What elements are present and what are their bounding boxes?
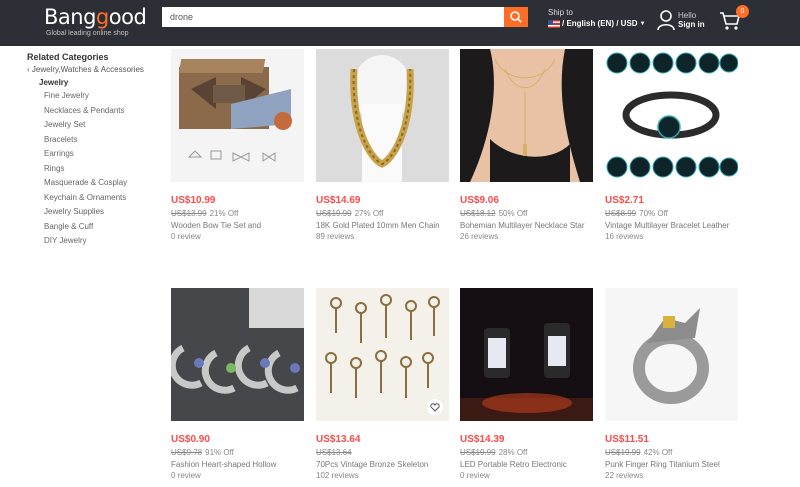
related-categories-title: Related Categories [27,52,109,62]
product-reviews[interactable]: 22 reviews [605,471,738,480]
wooden-bow-tie-illustration [178,59,292,162]
original-price: US$18.12 [460,209,496,218]
discount-text: 27% Off [354,209,384,218]
search-button[interactable] [504,7,528,27]
sidebar-item-keychain-ornaments[interactable]: Keychain & Ornaments [44,193,157,208]
sidebar-item-jewelry-supplies[interactable]: Jewelry Supplies [44,207,157,222]
zodiac-bracelet-illustration [606,52,738,178]
product-image-moon-pendants[interactable] [171,288,304,421]
product-reviews[interactable]: 0 review [171,471,304,480]
original-price: US$8.99 [605,209,637,218]
product-price: US$2.71 [605,195,644,206]
product-card[interactable]: US$10.99 US$13.99 21% Off Wooden Bow Tie … [171,49,304,241]
product-reviews[interactable]: 102 reviews [316,471,449,480]
punk-ring-illustration [633,308,709,404]
original-price: US$13.64 [316,448,352,457]
sidebar-item-fine-jewelry[interactable]: Fine Jewelry [44,91,157,106]
product-image-zodiac-bracelet[interactable] [605,49,738,182]
heart-icon [430,402,440,412]
product-name[interactable]: Vintage Multilayer Bracelet Leather [605,221,738,230]
ship-to-selector[interactable]: Ship to / English (EN) / USD ▼ [548,8,646,28]
discount-text: 21% Off [209,209,239,218]
product-price: US$13.64 [316,434,361,445]
sidebar-item-jewelry-set[interactable]: Jewelry Set [44,120,157,135]
moon-pendants-illustration [171,288,304,421]
cart-count-badge: 0 [736,5,749,18]
parent-category-link[interactable]: ‹ Jewelry,Watches & Accessories [27,65,157,74]
language-currency-value: / English (EN) / USD [562,19,638,28]
product-reviews[interactable]: 26 reviews [460,232,593,241]
product-price: US$14.39 [460,434,505,445]
product-card[interactable]: US$11.51 US$19.99 42% Off Punk Finger Rin… [605,288,738,480]
product-reviews[interactable]: 0 review [460,471,593,480]
search-icon [510,11,522,23]
product-price: US$9.06 [460,195,499,206]
original-price: US$9.78 [171,448,203,457]
product-image-gold-chain[interactable] [316,49,449,182]
ship-to-label: Ship to [548,8,573,17]
product-card[interactable]: US$0.90 US$9.78 91% Off Fashion Heart-sha… [171,288,304,480]
led-lanterns-illustration [460,288,593,421]
product-name[interactable]: 18K Gold Plated 10mm Men Chain [316,221,449,230]
discount-text: 28% Off [498,448,528,457]
product-price: US$14.69 [316,195,361,206]
product-image-wooden-bow-tie[interactable] [171,49,304,182]
product-image-punk-ring[interactable] [605,288,738,421]
sidebar-item-masquerade-cosplay[interactable]: Masquerade & Cosplay [44,178,157,193]
product-card[interactable]: US$14.39 US$19.99 28% Off LED Portable Re… [460,288,593,480]
product-card[interactable]: US$9.06 US$18.12 50% Off Bohemian Multila… [460,49,593,241]
gold-chain-illustration [350,55,414,182]
related-categories-sidebar: Related Categories ‹ Jewelry,Watches & A… [27,52,157,251]
original-price: US$19.99 [605,448,641,457]
us-flag-icon [548,19,560,28]
sidebar-item-earrings[interactable]: Earrings [44,149,157,164]
product-name[interactable]: Wooden Bow Tie Set and [171,221,304,230]
product-price: US$10.99 [171,195,216,206]
product-name[interactable]: 70Pcs Vintage Bronze Skeleton [316,460,449,469]
product-name[interactable]: LED Portable Retro Electronic [460,460,593,469]
sidebar-item-diy-jewelry[interactable]: DIY Jewelry [44,236,157,251]
banggood-logo[interactable]: Banggood [44,5,147,29]
discount-text: 91% Off [205,448,234,457]
search-input[interactable] [162,7,504,27]
account-link[interactable]: Hello Sign in [678,11,705,29]
product-price: US$11.51 [605,434,649,445]
original-price: US$19.99 [460,448,496,457]
current-category[interactable]: Jewelry [39,78,157,87]
discount-text: 70% Off [639,209,668,218]
hello-text: Hello [678,11,697,20]
product-name[interactable]: Bohemian Multilayer Necklace Star [460,221,593,230]
product-price: US$0.90 [171,434,210,445]
logo-tagline: Global leading online shop [46,30,129,37]
product-card[interactable]: US$14.69 US$19.99 27% Off 18K Gold Plated… [316,49,449,241]
product-reviews[interactable]: 16 reviews [605,232,738,241]
caret-down-icon: ▼ [639,20,646,27]
sidebar-item-necklaces-pendants[interactable]: Necklaces & Pendants [44,106,157,121]
top-header-bar: Banggood Global leading online shop Ship… [0,0,800,46]
discount-text: 50% Off [498,209,528,218]
sidebar-item-bracelets[interactable]: Bracelets [44,135,157,150]
original-price: US$13.99 [171,209,207,218]
sidebar-item-bangle-cuff[interactable]: Bangle & Cuff [44,222,157,237]
product-card[interactable]: US$2.71 US$8.99 70% Off Vintage Multilaye… [605,49,738,241]
product-name[interactable]: Fashion Heart-shaped Hollow [171,460,304,469]
discount-text: 42% Off [643,448,673,457]
product-reviews[interactable]: 0 review [171,232,304,241]
product-image-bohemian-necklace[interactable] [460,49,593,182]
sign-in-link[interactable]: Sign in [678,20,705,29]
product-reviews[interactable]: 89 reviews [316,232,449,241]
original-price: US$19.99 [316,209,352,218]
product-image-skeleton-keys[interactable] [316,288,449,421]
product-card[interactable]: US$13.64 US$13.64 70Pcs Vintage Bronze S… [316,288,449,480]
sidebar-item-rings[interactable]: Rings [44,164,157,179]
product-image-led-lanterns[interactable] [460,288,593,421]
bohemian-necklace-illustration [460,49,593,182]
product-name[interactable]: Punk Finger Ring Titanium Steel [605,460,738,469]
user-icon[interactable] [656,9,676,31]
wishlist-button[interactable] [427,399,443,415]
